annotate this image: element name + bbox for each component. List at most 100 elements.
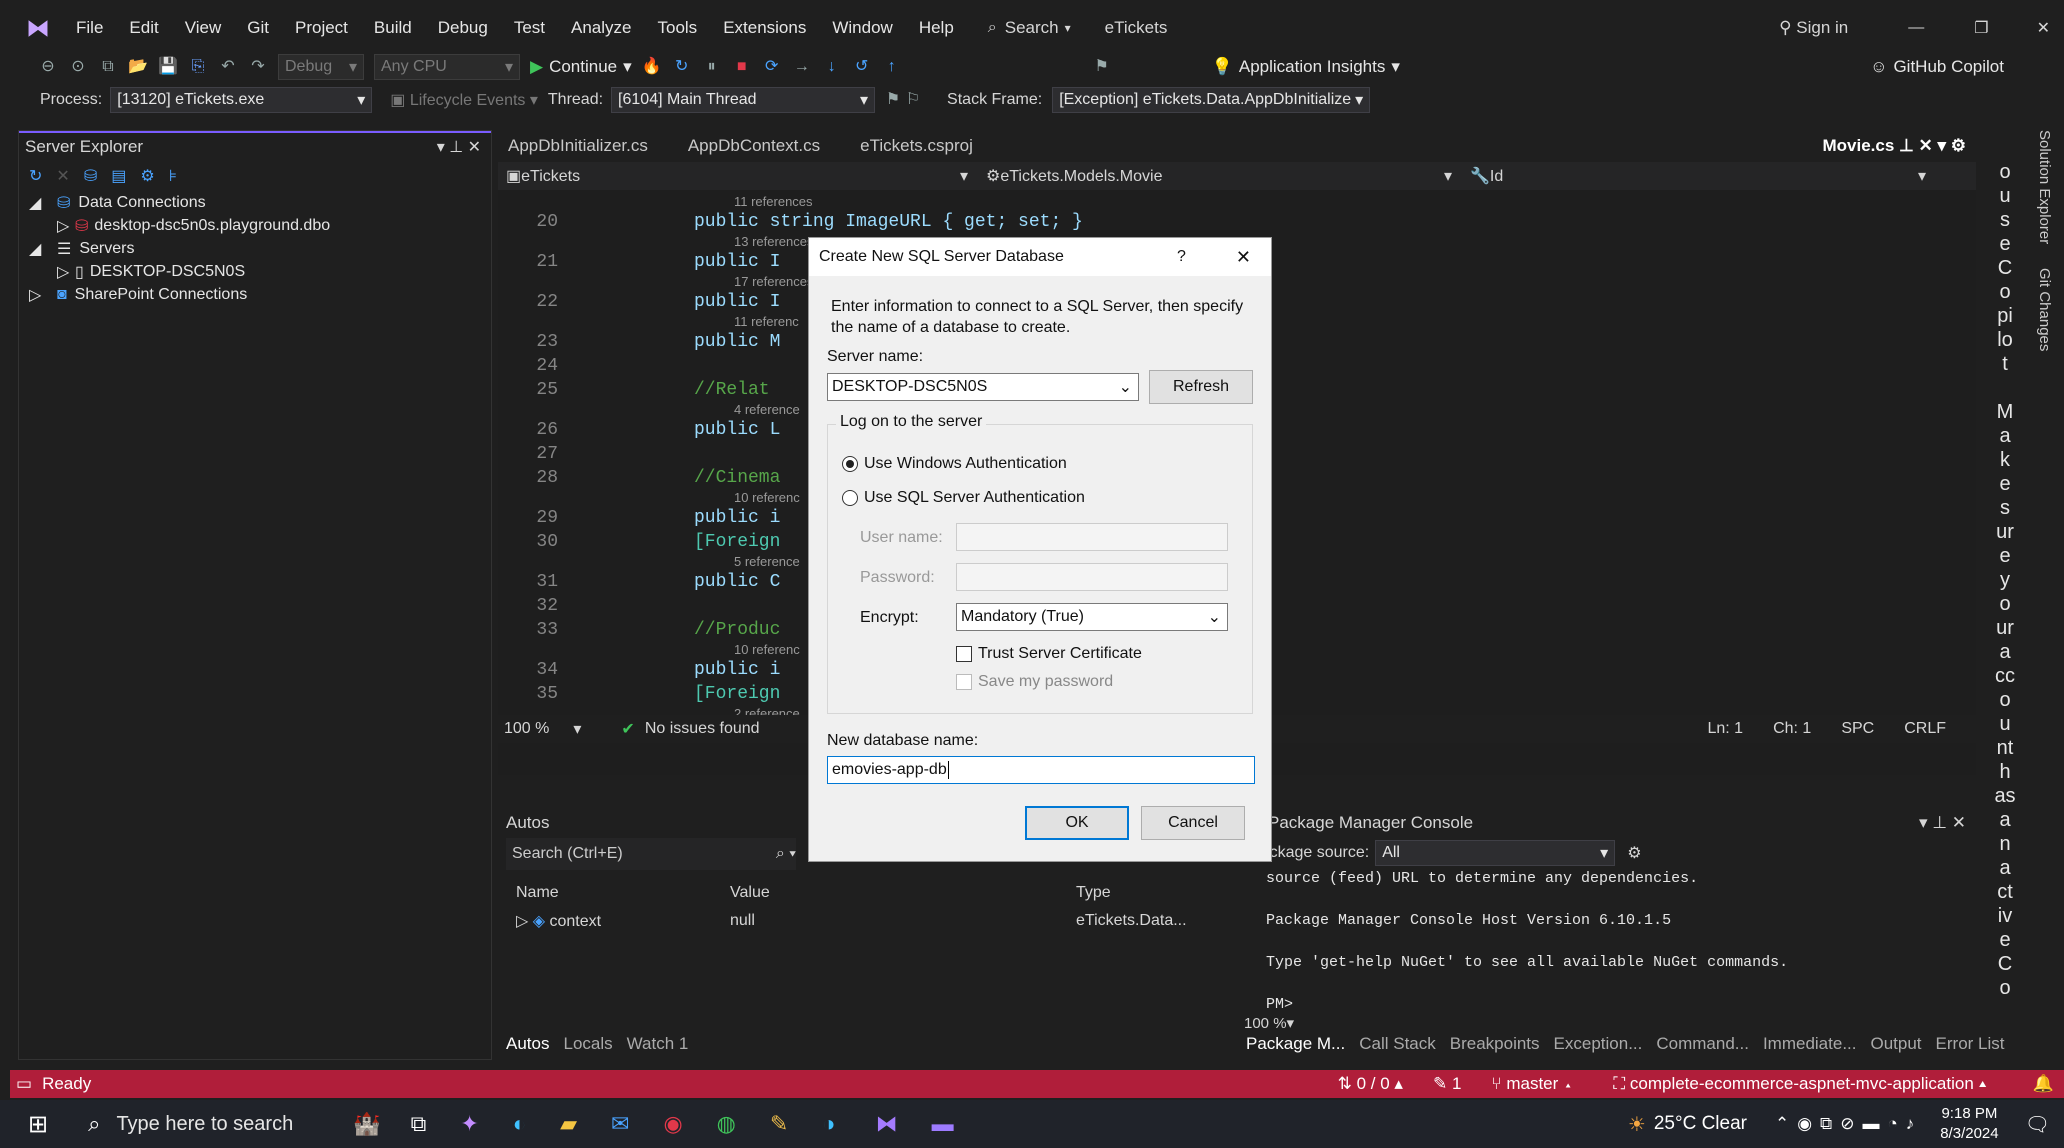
spotify-icon[interactable]: ◍: [717, 1111, 736, 1137]
bottom-tab[interactable]: Breakpoints: [1450, 1034, 1540, 1054]
paint-icon[interactable]: ✎: [770, 1111, 788, 1137]
save-password-checkbox[interactable]: Save my password: [956, 673, 1113, 691]
nav-member-dropdown[interactable]: 🔧Id ▾: [1462, 166, 1936, 186]
bottom-tab[interactable]: Exception...: [1554, 1034, 1643, 1054]
mail-icon[interactable]: ✉: [611, 1111, 629, 1137]
nav-class-dropdown[interactable]: ⚙eTickets.Models.Movie ▾: [978, 166, 1462, 186]
solution-explorer-tab[interactable]: Solution Explorer: [2036, 130, 2053, 244]
back-icon[interactable]: ⊖: [38, 57, 58, 77]
visual-studio-icon[interactable]: ⧓: [876, 1111, 898, 1137]
clock[interactable]: 9:18 PM 8/3/2024: [1940, 1104, 1998, 1144]
tab-watch1[interactable]: Watch 1: [627, 1034, 689, 1054]
menu-item-git[interactable]: Git: [247, 18, 269, 38]
step-out-icon[interactable]: ↑: [882, 57, 902, 77]
ok-button[interactable]: OK: [1025, 806, 1129, 840]
col-type[interactable]: Type: [1076, 884, 1111, 902]
open-folder-icon[interactable]: 📂: [128, 57, 148, 77]
bottom-tab[interactable]: Error List: [1936, 1034, 2005, 1054]
properties-icon[interactable]: ⊧: [169, 166, 177, 186]
step-over-icon[interactable]: →: [792, 57, 812, 77]
task-view-icon[interactable]: ⧉: [411, 1111, 427, 1137]
cancel-button[interactable]: Cancel: [1141, 806, 1245, 840]
platform-dropdown[interactable]: Any CPU ▾: [374, 54, 520, 80]
pencil-indicator[interactable]: ✎ 1: [1433, 1074, 1461, 1094]
copilot-button[interactable]: ☺ GitHub Copilot: [1870, 57, 2004, 77]
tree-data-connections[interactable]: ◢ ⛁ Data Connections: [29, 191, 491, 214]
menu-item-project[interactable]: Project: [295, 18, 348, 38]
stop-refresh-icon[interactable]: ✕: [56, 166, 69, 186]
windows-start-icon[interactable]: ⊞: [28, 1110, 48, 1139]
redo-icon[interactable]: ↷: [248, 57, 268, 77]
pmc-output[interactable]: source (feed) URL to determine any depen…: [1238, 868, 1976, 1015]
file-explorer-icon[interactable]: ▰: [560, 1111, 577, 1137]
minimize-button[interactable]: —: [1908, 19, 1924, 37]
new-db-input[interactable]: emovies-app-db: [827, 756, 1255, 784]
menu-item-debug[interactable]: Debug: [438, 18, 488, 38]
taskbar-search[interactable]: Type here to search: [116, 1113, 293, 1136]
search-menu[interactable]: Search: [1005, 18, 1059, 38]
bookmark-icon[interactable]: ⚑: [1092, 57, 1112, 77]
thread-dropdown[interactable]: [6104] Main Thread ▾: [611, 87, 876, 113]
menu-item-extensions[interactable]: Extensions: [723, 18, 806, 38]
tree-servers[interactable]: ◢ ☰ Servers: [29, 237, 491, 260]
col-name[interactable]: Name: [498, 884, 730, 902]
search-icon[interactable]: ⌕: [988, 19, 997, 37]
hot-reload-icon[interactable]: 🔥: [642, 57, 662, 77]
pause-icon[interactable]: ⏸: [702, 57, 722, 77]
branch-indicator[interactable]: ⑂ master ▴: [1491, 1074, 1573, 1094]
tab-locals[interactable]: Locals: [563, 1034, 612, 1054]
menu-item-analyze[interactable]: Analyze: [571, 18, 631, 38]
notifications-icon[interactable]: 🔔: [2033, 1074, 2054, 1094]
password-input[interactable]: [956, 563, 1228, 591]
notification-center-icon[interactable]: 🗨: [2025, 1112, 2050, 1137]
menu-item-tools[interactable]: Tools: [658, 18, 698, 38]
tab-appdbinitializer[interactable]: AppDbInitializer.cs: [498, 136, 658, 156]
autos-search[interactable]: Search (Ctrl+E) ⌕ ▾: [506, 838, 796, 870]
help-button[interactable]: ?: [1177, 248, 1186, 266]
settings-icon[interactable]: ⚙: [1627, 843, 1641, 863]
stop-icon[interactable]: ■: [732, 57, 752, 77]
dialog-close-button[interactable]: ✕: [1236, 247, 1251, 268]
chrome-icon[interactable]: ◉: [663, 1111, 682, 1137]
stack-frame-dropdown[interactable]: [Exception] eTickets.Data.AppDbInitializ…: [1052, 87, 1371, 113]
username-input[interactable]: [956, 523, 1228, 551]
changes-indicator[interactable]: ⇅ 0 / 0 ▴: [1338, 1074, 1403, 1094]
config-dropdown[interactable]: Debug ▾: [278, 54, 364, 80]
trust-cert-checkbox[interactable]: Trust Server Certificate: [956, 645, 1142, 663]
tree-sharepoint[interactable]: ▷ ◙ SharePoint Connections: [29, 283, 491, 306]
menu-item-test[interactable]: Test: [514, 18, 545, 38]
bottom-tab[interactable]: Command...: [1656, 1034, 1749, 1054]
menu-item-build[interactable]: Build: [374, 18, 412, 38]
refresh-button[interactable]: Refresh: [1149, 370, 1253, 404]
edge-dev-icon[interactable]: ◑: [822, 1111, 835, 1137]
tab-autos[interactable]: Autos: [506, 1034, 549, 1054]
step-back-icon[interactable]: ↺: [852, 57, 872, 77]
repo-indicator[interactable]: ⛶ complete-ecommerce-aspnet-mvc-applicat…: [1613, 1074, 1987, 1094]
step-into-icon[interactable]: ↓: [822, 57, 842, 77]
pkg-source-dropdown[interactable]: All ▾: [1375, 840, 1616, 866]
thread-filter-icon[interactable]: ⚐: [903, 90, 923, 110]
connect-db-icon[interactable]: ⛁: [84, 166, 97, 186]
menu-item-file[interactable]: File: [76, 18, 103, 38]
menu-item-view[interactable]: View: [185, 18, 222, 38]
table-row[interactable]: ▷ ◈ context null eTickets.Data...: [498, 908, 1236, 934]
windows-auth-radio[interactable]: Use Windows Authentication: [842, 455, 1067, 473]
pmc-zoom[interactable]: 100 % ▾: [1244, 1014, 1294, 1033]
nav-project-dropdown[interactable]: ▣eTickets ▾: [498, 166, 978, 186]
flag-icon[interactable]: ⚑: [883, 90, 903, 110]
git-changes-tab[interactable]: Git Changes: [2036, 268, 2053, 351]
issues-text[interactable]: No issues found: [645, 720, 760, 738]
panel-menu-icon[interactable]: ▾ ⊥ ✕: [437, 137, 481, 157]
crlf-indicator[interactable]: CRLF: [1904, 720, 1946, 738]
save-icon[interactable]: 💾: [158, 57, 178, 77]
bottom-tab[interactable]: Package M...: [1246, 1034, 1345, 1054]
refresh-debug-icon[interactable]: ⟳: [762, 57, 782, 77]
tree-db-connection[interactable]: ▷ ⛁ desktop-dsc5n0s.playground.dbo: [29, 214, 491, 237]
menu-item-help[interactable]: Help: [919, 18, 954, 38]
terminal-icon[interactable]: ▬: [932, 1111, 954, 1137]
tab-appdbcontext[interactable]: AppDbContext.cs: [678, 136, 830, 156]
tab-movie[interactable]: Movie.cs ⊥ ✕ ▾ ⚙: [1822, 136, 1966, 156]
continue-button[interactable]: ▶ Continue ▾: [530, 57, 632, 77]
code-lens-references[interactable]: 11 references: [498, 194, 1976, 210]
app-insights-button[interactable]: 💡 Application Insights ▾: [1212, 57, 1400, 77]
